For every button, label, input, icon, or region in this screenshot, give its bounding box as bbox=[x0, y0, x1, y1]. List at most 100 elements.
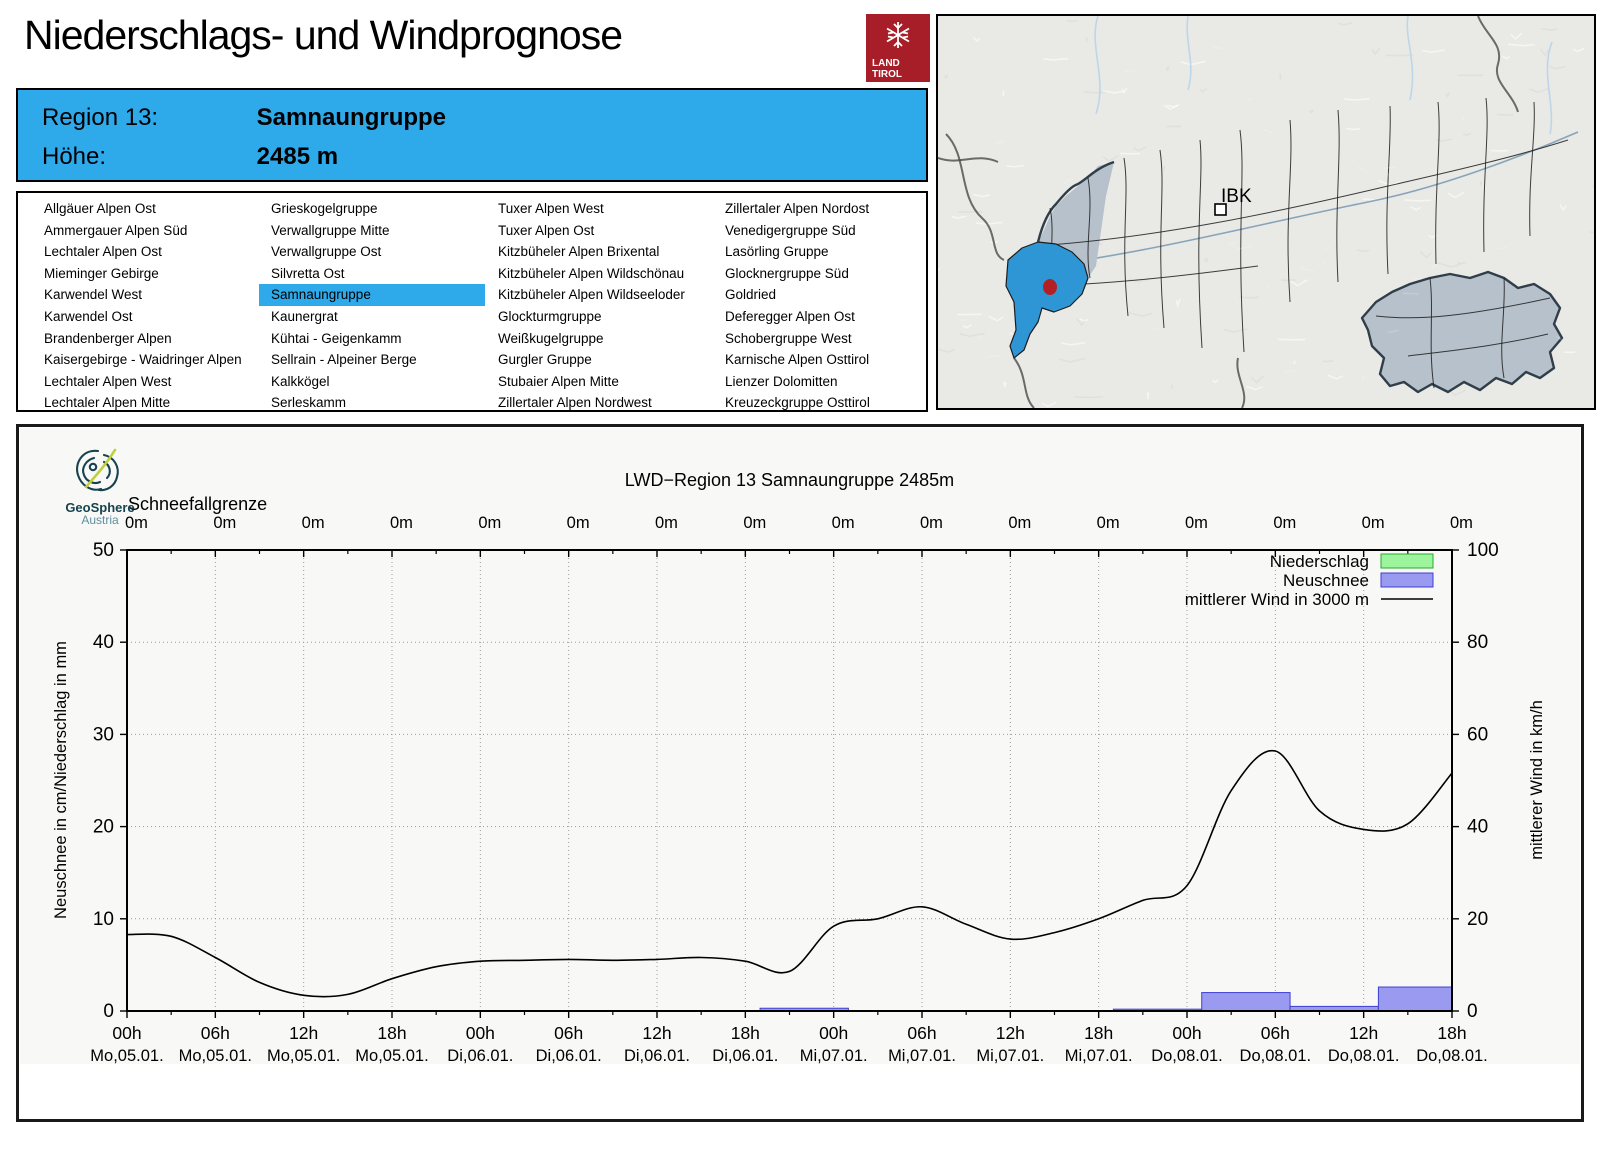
snowline-value-label: 0m bbox=[1097, 514, 1120, 532]
snowline-value-label: 0m bbox=[478, 514, 501, 532]
x-axis-date-label: Do,08.01. bbox=[1416, 1047, 1488, 1064]
left-axis-title: Neuschnee in cm/Niederschlag in mm bbox=[52, 641, 70, 919]
snowline-value-label: 0m bbox=[1362, 514, 1385, 532]
left-axis-tick-label: 10 bbox=[93, 909, 114, 930]
chart-title: LWD−Region 13 Samnaungruppe 2485m bbox=[625, 470, 954, 490]
region-list-column: Tuxer Alpen West Tuxer Alpen Ost Kitzbühel… bbox=[486, 198, 712, 414]
x-axis-time-label: 12h bbox=[642, 1023, 671, 1043]
region-list-item-samnaungruppe[interactable]: Samnaungruppe bbox=[259, 284, 485, 306]
region-list-item-gurgler-gruppe[interactable]: Gurgler Gruppe bbox=[486, 349, 712, 371]
x-axis-date-label: Di,06.01. bbox=[447, 1047, 513, 1064]
x-axis-date-label: Di,06.01. bbox=[536, 1047, 602, 1064]
region-list-item-ammergauer-alpen-s-d[interactable]: Ammergauer Alpen Süd bbox=[32, 220, 258, 242]
left-axis-tick-label: 30 bbox=[93, 724, 114, 745]
snowline-value-label: 0m bbox=[832, 514, 855, 532]
region-list-item-las-rling-gruppe[interactable]: Lasörling Gruppe bbox=[713, 241, 939, 263]
region-list-item-zillertaler-alpen-nordost[interactable]: Zillertaler Alpen Nordost bbox=[713, 198, 939, 220]
region-list-item-kitzb-heler-alpen-wildsch-nau[interactable]: Kitzbüheler Alpen Wildschönau bbox=[486, 263, 712, 285]
region-list-item-lechtaler-alpen-ost[interactable]: Lechtaler Alpen Ost bbox=[32, 241, 258, 263]
region-list-item-glocknergruppe-s-d[interactable]: Glocknergruppe Süd bbox=[713, 263, 939, 285]
region-list-item-karwendel-ost[interactable]: Karwendel Ost bbox=[32, 306, 258, 328]
region-list-item-sellrain-alpeiner-berge[interactable]: Sellrain - Alpeiner Berge bbox=[259, 349, 485, 371]
region-list-item-karwendel-west[interactable]: Karwendel West bbox=[32, 284, 258, 306]
region-list-item-tuxer-alpen-ost[interactable]: Tuxer Alpen Ost bbox=[486, 220, 712, 242]
region-list-item-k-htai-geigenkamm[interactable]: Kühtai - Geigenkamm bbox=[259, 328, 485, 350]
wind-line-series bbox=[126, 749, 1453, 998]
selected-region-marker bbox=[1043, 279, 1057, 295]
altitude-label: Höhe: bbox=[42, 143, 107, 170]
x-axis-date-label: Mi,07.01. bbox=[1065, 1047, 1133, 1064]
region-list-item-glockturmgruppe[interactable]: Glockturmgruppe bbox=[486, 306, 712, 328]
region-list-item-verwallgruppe-ost[interactable]: Verwallgruppe Ost bbox=[259, 241, 485, 263]
region-list-item-schobergruppe-west[interactable]: Schobergruppe West bbox=[713, 328, 939, 350]
region-list-item-wei-kugelgruppe[interactable]: Weißkugelgruppe bbox=[486, 328, 712, 350]
x-axis-date-label: Mo,05.01. bbox=[179, 1047, 252, 1064]
snowline-value-label: 0m bbox=[1450, 514, 1473, 532]
region-list-item-stubaier-alpen-mitte[interactable]: Stubaier Alpen Mitte bbox=[486, 371, 712, 393]
region-list-item-serleskamm[interactable]: Serleskamm bbox=[259, 392, 485, 414]
neuschnee-bar bbox=[1377, 986, 1453, 1012]
right-axis-tick-label: 60 bbox=[1467, 724, 1488, 745]
region-list-item-lechtaler-alpen-mitte[interactable]: Lechtaler Alpen Mitte bbox=[32, 392, 258, 414]
region-list-item-kitzb-heler-alpen-brixental[interactable]: Kitzbüheler Alpen Brixental bbox=[486, 241, 712, 263]
snowline-value-label: 0m bbox=[655, 514, 678, 532]
selected-region-samnaungruppe[interactable] bbox=[1005, 241, 1089, 359]
land-tirol-logo-line2: TIROL bbox=[872, 69, 902, 80]
region-list-item-verwallgruppe-mitte[interactable]: Verwallgruppe Mitte bbox=[259, 220, 485, 242]
region-list-item-allg-uer-alpen-ost[interactable]: Allgäuer Alpen Ost bbox=[32, 198, 258, 220]
region-list-item-venedigergruppe-s-d[interactable]: Venedigergruppe Süd bbox=[713, 220, 939, 242]
x-axis-time-label: 00h bbox=[819, 1023, 848, 1043]
region-list-item-silvretta-ost[interactable]: Silvretta Ost bbox=[259, 263, 485, 285]
region-list-item-tuxer-alpen-west[interactable]: Tuxer Alpen West bbox=[486, 198, 712, 220]
region-list-item-kaunergrat[interactable]: Kaunergrat bbox=[259, 306, 485, 328]
x-axis-time-label: 06h bbox=[1261, 1023, 1290, 1043]
right-axis-tick-label: 20 bbox=[1467, 909, 1488, 930]
region-list-item-lechtaler-alpen-west[interactable]: Lechtaler Alpen West bbox=[32, 371, 258, 393]
right-axis-title: mittlerer Wind in km/h bbox=[1528, 700, 1546, 860]
left-axis-tick-label: 40 bbox=[93, 632, 114, 653]
region-list-item-karnische-alpen-osttirol[interactable]: Karnische Alpen Osttirol bbox=[713, 349, 939, 371]
chart-panel: 0 10 20 30 40 50 0 20 40 60 80 100 0m 0m 0m 0m 0m 0m 0m 0m 0… bbox=[20, 428, 1580, 1065]
snowline-axis-title: Schneefallgrenze bbox=[128, 494, 267, 514]
x-axis-date-label: Mo,05.01. bbox=[90, 1047, 163, 1064]
region-list-item-zillertaler-alpen-nordwest[interactable]: Zillertaler Alpen Nordwest bbox=[486, 392, 712, 414]
legend-swatch-niederschlag bbox=[1380, 553, 1434, 569]
region-list-item-lienzer-dolomitten[interactable]: Lienzer Dolomitten bbox=[713, 371, 939, 393]
right-axis-tick-label: 0 bbox=[1467, 1001, 1478, 1022]
x-axis-time-label: 12h bbox=[1349, 1023, 1378, 1043]
region-list-item-kaisergebirge-waidringer-alpen[interactable]: Kaisergebirge - Waidringer Alpen bbox=[32, 349, 258, 371]
x-axis-time-label: 12h bbox=[289, 1023, 318, 1043]
geosphere-logo-country: Austria bbox=[81, 513, 119, 527]
region-list-item-deferegger-alpen-ost[interactable]: Deferegger Alpen Ost bbox=[713, 306, 939, 328]
x-axis-date-label: Di,06.01. bbox=[624, 1047, 690, 1064]
right-axis-tick-label: 40 bbox=[1467, 817, 1488, 838]
x-axis-date-label: Di,06.01. bbox=[712, 1047, 778, 1064]
x-axis-time-label: 06h bbox=[201, 1023, 230, 1043]
snowline-value-label: 0m bbox=[1008, 514, 1031, 532]
x-axis-time-label: 18h bbox=[731, 1023, 760, 1043]
region-list-item-kalkk-gel[interactable]: Kalkkögel bbox=[259, 371, 485, 393]
land-tirol-logo-line1: LAND bbox=[872, 58, 900, 69]
snowline-value-label: 0m bbox=[302, 514, 325, 532]
snowline-value-label: 0m bbox=[390, 514, 413, 532]
right-axis-tick-label: 100 bbox=[1467, 540, 1499, 561]
tirol-map: IBK bbox=[912, 14, 1600, 410]
region-list-item-mieminger-gebirge[interactable]: Mieminger Gebirge bbox=[32, 263, 258, 285]
region-list-item-grieskogelgruppe[interactable]: Grieskogelgruppe bbox=[259, 198, 485, 220]
x-axis-time-label: 00h bbox=[112, 1023, 141, 1043]
region-list-item-kreuzeckgruppe-osttirol[interactable]: Kreuzeckgruppe Osttirol bbox=[713, 392, 939, 414]
chart-frame: 0 10 20 30 40 50 0 20 40 60 80 100 0m 0m 0m 0m 0m 0m 0m 0m 0… bbox=[16, 424, 1584, 1122]
region-list-item-brandenberger-alpen[interactable]: Brandenberger Alpen bbox=[32, 328, 258, 350]
x-axis-date-label: Mo,05.01. bbox=[267, 1047, 340, 1064]
region-list-column: Grieskogelgruppe Verwallgruppe Mitte Verwa… bbox=[259, 198, 485, 414]
region-list-item-goldried[interactable]: Goldried bbox=[713, 284, 939, 306]
x-axis-time-label: 18h bbox=[1084, 1023, 1113, 1043]
geosphere-logo: GeoSphere Austria bbox=[52, 446, 148, 527]
x-axis-date-label: Do,08.01. bbox=[1240, 1047, 1312, 1064]
x-axis-date-label: Mi,07.01. bbox=[800, 1047, 868, 1064]
snowline-value-label: 0m bbox=[743, 514, 766, 532]
region-list-item-kitzb-heler-alpen-wildseeloder[interactable]: Kitzbüheler Alpen Wildseeloder bbox=[486, 284, 712, 306]
tirol-map-canvas[interactable]: IBK bbox=[912, 15, 1600, 409]
left-axis-tick-label: 20 bbox=[93, 817, 114, 838]
x-axis-date-label: Mo,05.01. bbox=[355, 1047, 428, 1064]
